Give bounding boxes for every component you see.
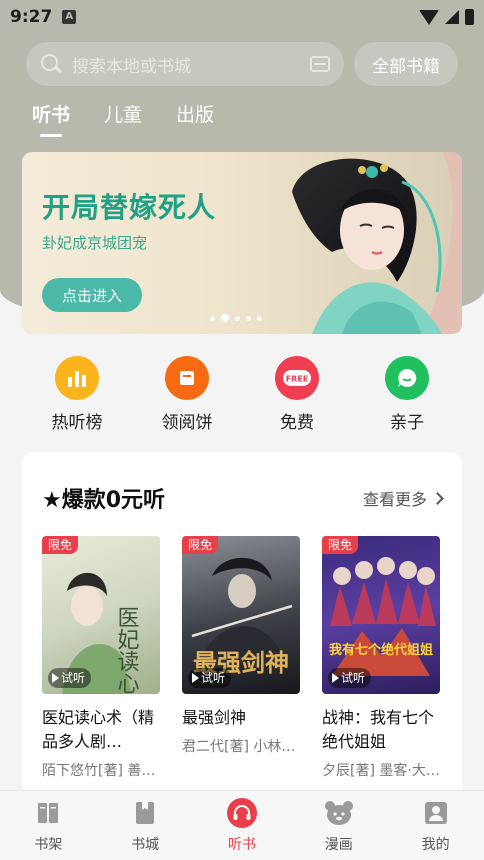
banner-pagination [210,314,262,322]
book-item[interactable]: 医妃读心术 限免 试听 医妃读心术（精品多人剧… 陌下悠竹[著] 善… [42,536,160,780]
quick-link-label: 领阅饼 [161,413,213,433]
envelope-icon [165,356,209,400]
preview-listen-button[interactable]: 试听 [188,668,232,688]
book-cover[interactable]: 最强剑神 限免 试听 [182,536,300,694]
chevron-right-icon [431,491,444,505]
headphones-icon [226,797,257,828]
see-more-label: 查看更多 [362,490,427,509]
limited-free-badge: 限免 [182,536,219,554]
book-title: 战神：我有七个绝代姐姐 [322,708,435,751]
tab-audiobooks[interactable]: 听书 [32,100,70,127]
quick-link-parent-child[interactable]: 亲子 [362,356,452,433]
book-title: 最强剑神 [182,708,247,727]
pagination-dot [210,315,215,321]
free-tag-icon: FREE [275,356,319,400]
signal-icon [445,10,459,24]
book-cover[interactable]: 医妃读心术 限免 试听 [42,536,160,694]
nav-comics[interactable]: 漫画 [304,798,374,854]
nav-label: 书架 [34,836,63,853]
all-books-button[interactable]: 全部书籍 [354,42,458,86]
svg-text:FREE: FREE [286,375,309,384]
pagination-dot [235,315,240,321]
search-input[interactable]: 搜索本地或书城 [26,42,344,86]
status-indicators [419,9,474,25]
nav-label: 听书 [227,836,256,853]
limited-free-badge: 限免 [42,536,79,554]
bookstore-icon [130,798,160,828]
book-author: 夕辰[著] 墨客·大… [322,763,440,779]
quick-link-hot-list[interactable]: 热听榜 [32,356,122,433]
search-placeholder: 搜索本地或书城 [72,56,191,77]
wifi-icon [419,9,439,25]
pagination-dot [246,315,251,321]
nav-label: 书城 [131,836,160,853]
preview-listen-button[interactable]: 试听 [48,668,92,688]
notification-icon: A [62,10,77,24]
nav-label: 漫画 [324,836,353,853]
banner-title: 开局替嫁死人 [42,191,217,224]
limited-free-badge: 限免 [322,536,359,554]
quick-link-label: 热听榜 [51,413,103,433]
scan-icon[interactable] [310,56,330,72]
book-author: 君二代[著] 小林… [182,739,296,755]
bookshelf-icon [33,798,63,828]
banner-subtitle: 卦妃成京城团宠 [42,234,148,252]
play-icon [192,673,199,683]
chart-bars-icon [55,356,99,400]
bottom-navigation: 书架 书城 听书 漫画 我的 [0,790,484,860]
book-item[interactable]: 我有七个绝代姐姐 限免 试听 战神：我有七个绝代姐姐 夕辰[著] 墨客·大… [322,536,440,780]
battery-icon [465,9,474,25]
tab-children[interactable]: 儿童 [104,100,142,127]
svg-text:医妃读心术: 医妃读心术 [114,606,140,694]
quick-link-label: 免费 [280,413,314,433]
book-author: 陌下悠竹[著] 善… [42,763,156,779]
pagination-dot [257,315,262,321]
status-time: 9:27 [10,7,53,27]
book-item[interactable]: 最强剑神 限免 试听 最强剑神 君二代[著] 小林… [182,536,300,780]
banner-enter-button[interactable]: 点击进入 [42,278,142,312]
section-header: ★爆款0元听 查看更多 [42,482,444,514]
play-icon [332,673,339,683]
free-listen-section: ★爆款0元听 查看更多 医妃读心术 限免 试听 医妃读心术（精品多人剧… 陌下悠… [22,452,462,812]
pagination-dot-active [221,314,229,322]
quick-link-free[interactable]: FREE 免费 [252,356,342,433]
preview-listen-button[interactable]: 试听 [328,668,372,688]
book-cover[interactable]: 我有七个绝代姐姐 限免 试听 [322,536,440,694]
category-tabs: 听书 儿童 出版 [32,100,214,127]
play-icon [52,673,59,683]
preview-label: 试听 [201,671,226,685]
banner-illustration [292,152,462,334]
profile-icon [421,798,451,828]
comic-bear-icon [324,798,354,828]
book-list: 医妃读心术 限免 试听 医妃读心术（精品多人剧… 陌下悠竹[著] 善… 最强剑神… [42,536,440,780]
preview-label: 试听 [341,671,366,685]
preview-label: 试听 [61,671,86,685]
chat-bubble-icon [385,356,429,400]
nav-bookstore[interactable]: 书城 [110,798,180,854]
tab-publishing[interactable]: 出版 [176,100,214,127]
quick-link-reading-cake[interactable]: 领阅饼 [142,356,232,433]
see-more-link[interactable]: 查看更多 [362,486,444,510]
status-bar: 9:27 A [0,0,484,34]
search-row: 搜索本地或书城 全部书籍 [26,42,458,86]
quick-links: 热听榜 领阅饼 FREE 免费 亲子 [22,356,462,433]
nav-bookshelf[interactable]: 书架 [13,798,83,854]
nav-profile[interactable]: 我的 [401,798,471,854]
nav-label: 我的 [421,836,450,853]
quick-link-label: 亲子 [390,413,424,433]
promo-banner[interactable]: 开局替嫁死人 卦妃成京城团宠 点击进入 [22,152,462,334]
nav-audiobooks[interactable]: 听书 [207,797,277,854]
svg-text:我有七个绝代姐姐: 我有七个绝代姐姐 [329,642,433,658]
section-title: ★爆款0元听 [42,488,166,513]
search-icon [40,53,62,75]
book-title: 医妃读心术（精品多人剧… [42,708,155,751]
